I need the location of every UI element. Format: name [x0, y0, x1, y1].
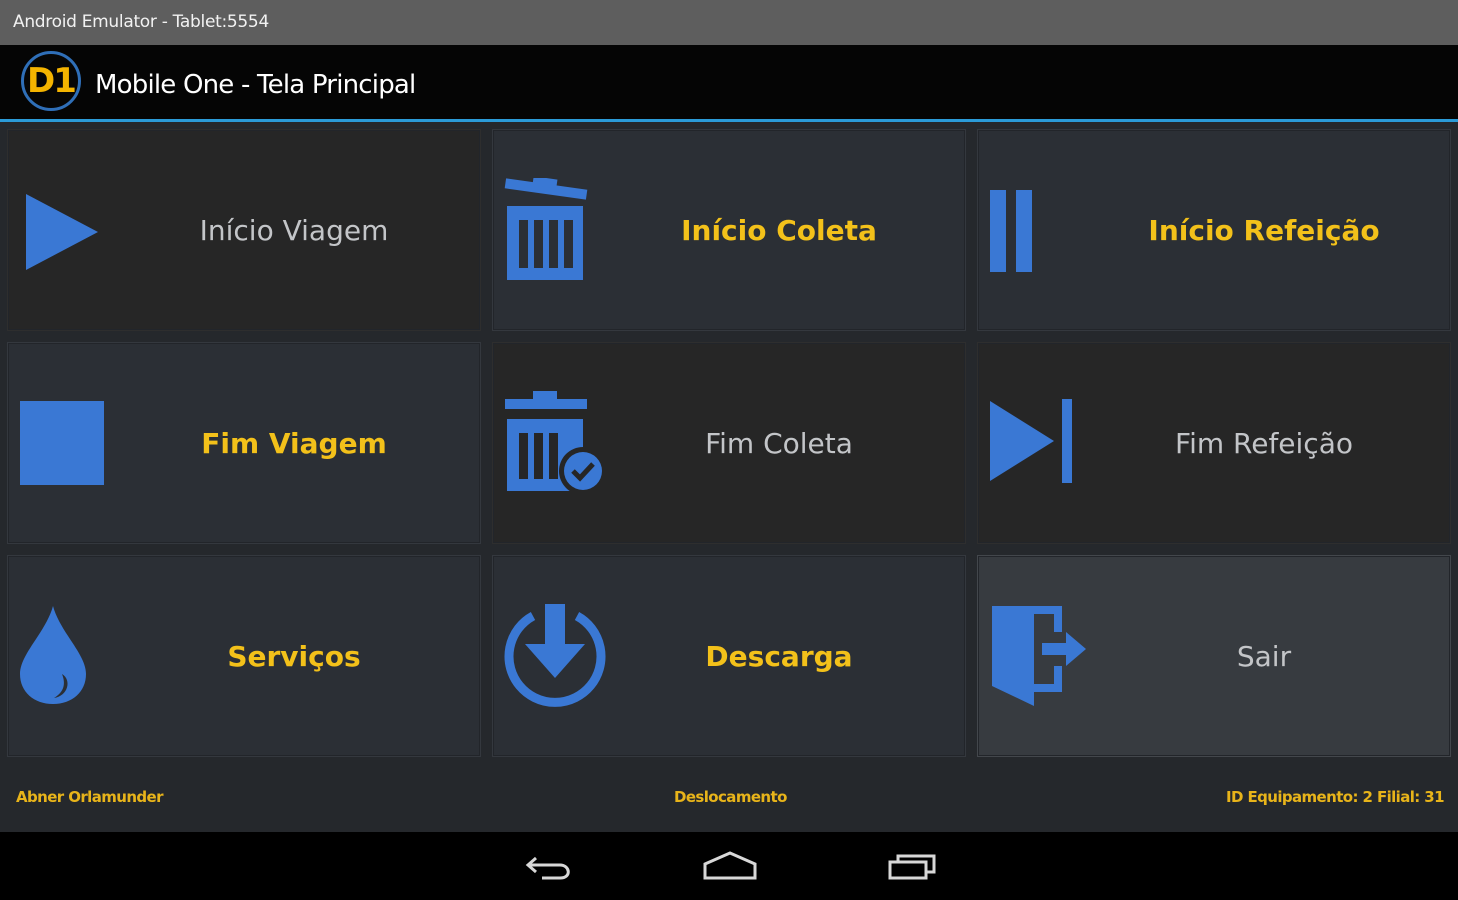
status-state: Deslocamento	[674, 788, 787, 806]
home-icon[interactable]	[700, 848, 760, 884]
tile-inicio-refeicao[interactable]: Início Refeição	[977, 129, 1451, 331]
tile-fim-viagem[interactable]: Fim Viagem	[7, 342, 481, 544]
skip-next-icon	[990, 399, 1072, 483]
status-equipment: ID Equipamento: 2 Filial: 31	[1226, 788, 1445, 806]
tile-label: Fim Refeição	[1175, 427, 1353, 460]
water-drop-icon	[20, 606, 86, 704]
tile-label: Início Coleta	[681, 214, 877, 247]
app-logo: D1	[21, 51, 81, 111]
tile-servicos[interactable]: Serviços	[7, 555, 481, 757]
exit-door-icon	[992, 606, 1086, 706]
recents-icon[interactable]	[884, 848, 944, 884]
stop-icon	[20, 401, 104, 485]
download-circle-icon	[504, 604, 606, 707]
tile-inicio-coleta[interactable]: Início Coleta	[492, 129, 966, 331]
main-menu-grid: Início Viagem Início Coleta Início Refei…	[0, 122, 1458, 832]
app-action-bar: D1 Mobile One - Tela Principal	[0, 45, 1458, 122]
tile-label: Serviços	[227, 640, 361, 673]
tile-label: Sair	[1236, 640, 1292, 673]
tile-label: Fim Viagem	[201, 427, 387, 460]
tile-sair[interactable]: Sair	[977, 555, 1451, 757]
tile-label: Descarga	[705, 640, 853, 673]
tile-label: Fim Coleta	[705, 427, 853, 460]
tile-inicio-viagem[interactable]: Início Viagem	[7, 129, 481, 331]
trash-open-icon	[504, 178, 588, 280]
tile-label: Início Refeição	[1148, 214, 1380, 247]
tile-fim-refeicao[interactable]: Fim Refeição	[977, 342, 1451, 544]
play-icon	[26, 194, 98, 270]
system-nav-bar	[0, 832, 1458, 900]
back-icon[interactable]	[520, 848, 580, 884]
status-user: Abner Orlamunder	[16, 788, 164, 806]
window-title: Android Emulator - Tablet:5554	[13, 12, 269, 32]
tile-descarga[interactable]: Descarga	[492, 555, 966, 757]
app-title: Mobile One - Tela Principal	[95, 70, 416, 100]
pause-icon	[990, 190, 1032, 272]
tile-label: Início Viagem	[199, 214, 389, 247]
tile-fim-coleta[interactable]: Fim Coleta	[492, 342, 966, 544]
window-title-bar: Android Emulator - Tablet:5554	[0, 0, 1458, 45]
